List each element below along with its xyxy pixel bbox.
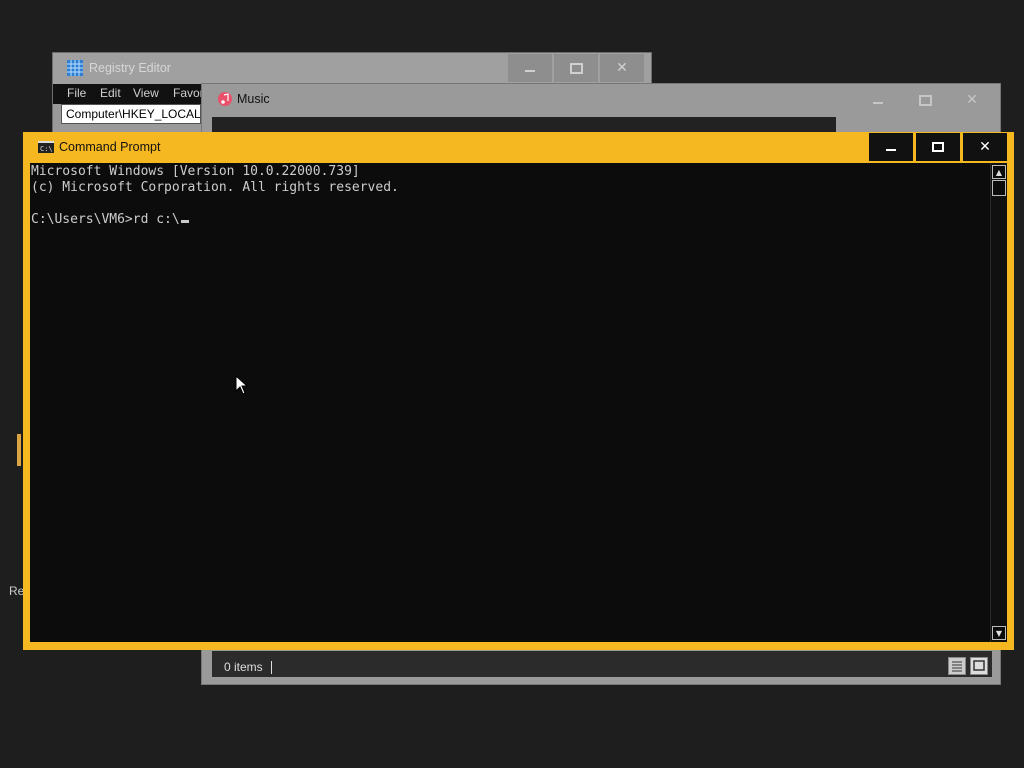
details-view-icon xyxy=(952,661,962,672)
console-output: Microsoft Windows [Version 10.0.22000.73… xyxy=(30,163,399,228)
minimize-icon xyxy=(873,102,883,104)
maximize-icon xyxy=(932,142,944,152)
maximize-icon xyxy=(918,94,932,106)
registry-minimize-button[interactable] xyxy=(508,54,552,82)
mouse-pointer-icon xyxy=(235,375,249,395)
cmd-titlebar[interactable]: C:\ Command Prompt ✕ xyxy=(23,132,1014,162)
chevron-down-icon: ▼ xyxy=(995,628,1003,638)
registry-menu-view[interactable]: View xyxy=(133,86,159,100)
cmd-close-button[interactable]: ✕ xyxy=(963,133,1007,161)
cmd-console[interactable]: Microsoft Windows [Version 10.0.22000.73… xyxy=(30,163,990,642)
scroll-up-button[interactable]: ▲ xyxy=(992,165,1006,179)
close-icon: ✕ xyxy=(616,60,628,76)
music-minimize-button[interactable] xyxy=(856,85,900,115)
registry-title: Registry Editor xyxy=(89,61,171,75)
cmd-title: Command Prompt xyxy=(59,140,161,154)
scroll-thumb[interactable] xyxy=(992,180,1006,196)
command-prompt-window[interactable]: C:\ Command Prompt ✕ Microsoft Windows [… xyxy=(23,132,1014,650)
registry-menu-favorites[interactable]: Favor xyxy=(173,86,204,100)
close-icon: ✕ xyxy=(966,92,978,108)
music-header-strip xyxy=(212,117,836,133)
svg-text:C:\: C:\ xyxy=(40,145,53,153)
command-prompt-icon: C:\ xyxy=(38,141,54,153)
registry-close-button[interactable]: ✕ xyxy=(600,54,644,82)
music-app-icon xyxy=(218,92,232,106)
console-line-1: Microsoft Windows [Version 10.0.22000.73… xyxy=(31,164,360,179)
registry-address-bar[interactable]: Computer\HKEY_LOCAL_ xyxy=(61,104,201,124)
music-maximize-button[interactable] xyxy=(903,85,947,115)
tiles-view-button[interactable] xyxy=(970,657,988,675)
registry-menu-file[interactable]: File xyxy=(67,86,86,100)
music-item-count: 0 items xyxy=(224,660,263,674)
details-view-button[interactable] xyxy=(948,657,966,675)
scroll-down-button[interactable]: ▼ xyxy=(992,626,1006,640)
close-icon: ✕ xyxy=(979,139,991,155)
registry-titlebar[interactable]: Registry Editor ✕ xyxy=(53,53,651,84)
music-statusbar xyxy=(212,651,992,677)
text-cursor xyxy=(180,220,189,223)
cmd-minimize-button[interactable] xyxy=(869,133,913,161)
cmd-maximize-button[interactable] xyxy=(916,133,960,161)
registry-maximize-button[interactable] xyxy=(554,54,598,82)
minimize-icon xyxy=(525,70,535,72)
registry-menu-edit[interactable]: Edit xyxy=(100,86,121,100)
maximize-icon xyxy=(569,62,583,74)
registry-editor-icon xyxy=(67,60,83,76)
chevron-up-icon: ▲ xyxy=(995,167,1003,177)
music-close-button[interactable]: ✕ xyxy=(950,85,994,115)
status-divider xyxy=(271,661,272,674)
minimize-icon xyxy=(886,149,896,151)
console-line-2: (c) Microsoft Corporation. All rights re… xyxy=(31,180,399,195)
console-prompt-line: C:\Users\VM6>rd c:\ xyxy=(31,212,180,227)
tiles-view-icon xyxy=(973,660,985,671)
desktop-edge-handle xyxy=(17,434,21,466)
cmd-vertical-scrollbar[interactable]: ▲ ▼ xyxy=(990,163,1007,642)
music-title: Music xyxy=(237,92,270,106)
